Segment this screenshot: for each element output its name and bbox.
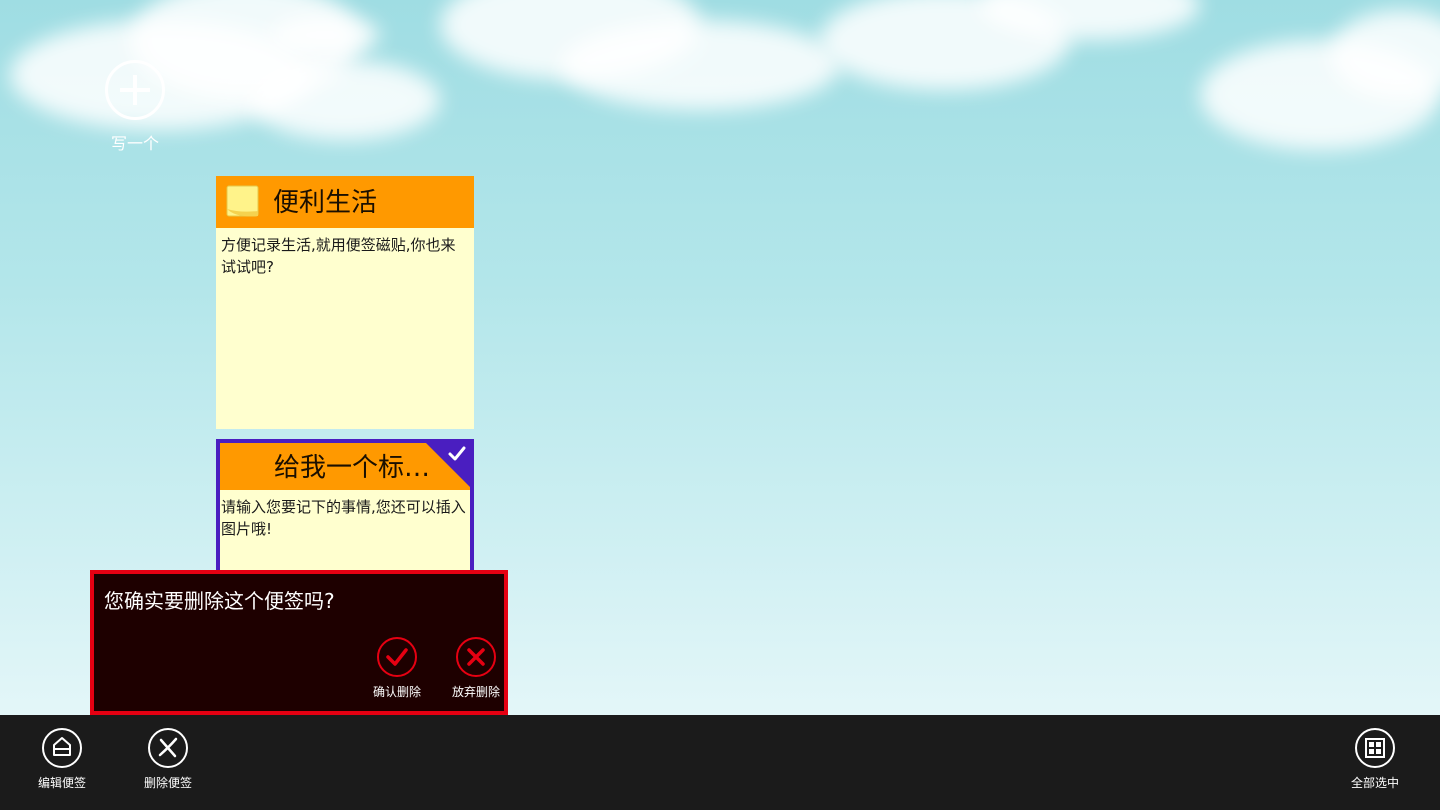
add-note-button[interactable]: 写一个 xyxy=(104,60,166,154)
note-header: 给我一个标题... xyxy=(220,443,470,490)
cancel-delete-label: 放弃删除 xyxy=(451,685,500,699)
note-card[interactable]: 便利生活 方便记录生活,就用便签磁贴,你也来试试吧? xyxy=(216,176,474,429)
app-bar: 编辑便签 删除便签 全部选中 xyxy=(0,715,1440,810)
select-all-button[interactable]: 全部选中 xyxy=(1335,727,1415,791)
delete-note-label: 删除便签 xyxy=(143,776,192,790)
check-circle-icon xyxy=(377,637,417,677)
add-note-label: 写一个 xyxy=(110,134,159,153)
note-body: 方便记录生活,就用便签磁贴,你也来试试吧? xyxy=(221,236,456,276)
close-circle-icon xyxy=(456,637,496,677)
confirm-delete-button[interactable]: 确认删除 xyxy=(362,636,432,700)
note-title: 便利生活 xyxy=(273,188,378,218)
note-card-selected[interactable]: 给我一个标题... 请输入您要记下的事情,您还可以插入图片哦! xyxy=(216,439,474,574)
cancel-delete-button[interactable]: 放弃删除 xyxy=(441,636,511,700)
note-header: 便利生活 xyxy=(216,176,474,228)
sticky-note-icon xyxy=(226,185,259,217)
edit-icon xyxy=(42,728,82,768)
edit-note-button[interactable]: 编辑便签 xyxy=(22,727,102,791)
delete-confirm-dialog: 您确实要删除这个便签吗? 确认删除 放弃删除 xyxy=(90,570,508,715)
checkmark-icon xyxy=(448,446,466,461)
delete-icon xyxy=(148,728,188,768)
confirm-delete-label: 确认删除 xyxy=(372,685,421,699)
delete-note-button[interactable]: 删除便签 xyxy=(128,727,208,791)
select-all-label: 全部选中 xyxy=(1350,776,1399,790)
select-all-icon xyxy=(1355,728,1395,768)
edit-note-label: 编辑便签 xyxy=(37,776,86,790)
plus-circle-icon xyxy=(105,60,165,120)
note-body: 请输入您要记下的事情,您还可以插入图片哦! xyxy=(221,498,466,538)
dialog-message: 您确实要删除这个便签吗? xyxy=(104,589,335,613)
